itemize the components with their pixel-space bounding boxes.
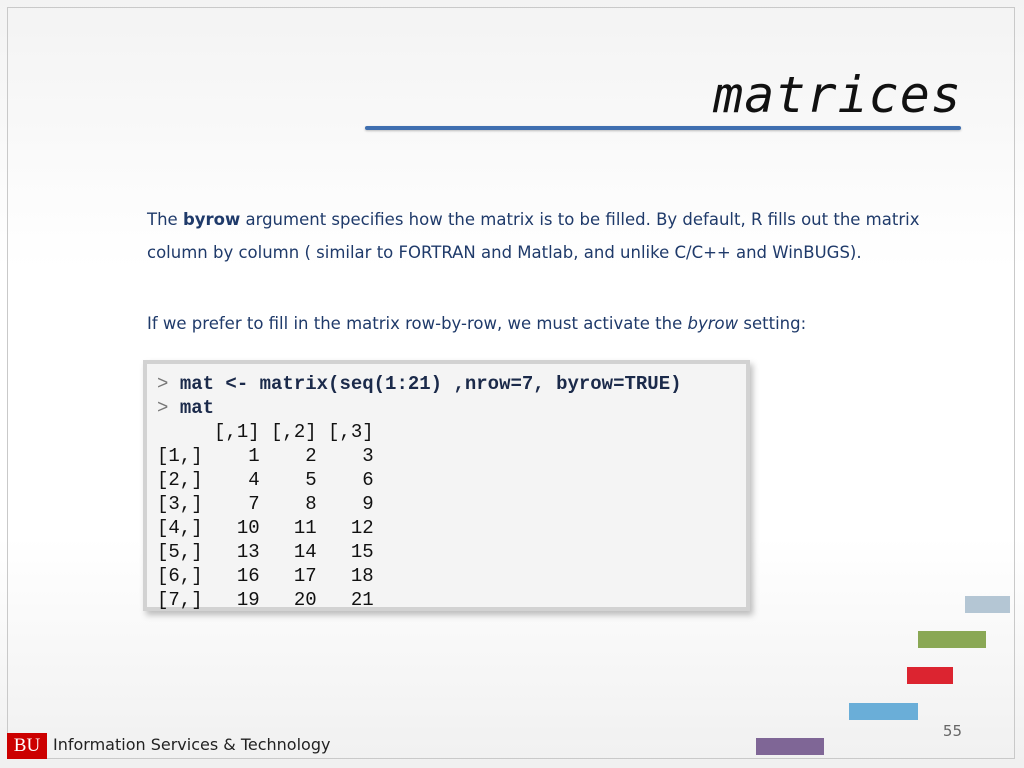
organization-name: Information Services & Technology <box>53 735 331 754</box>
paragraph1-text-after: argument specifies how the matrix is to … <box>147 210 920 262</box>
code-line-command2: > mat <box>157 396 746 420</box>
prompt-symbol: > <box>157 373 169 395</box>
output-row: [7,] 19 20 21 <box>157 589 374 611</box>
command-text: mat <- matrix(seq(1:21) ,nrow=7, byrow=T… <box>179 373 682 395</box>
page-number: 55 <box>942 722 962 740</box>
prompt-symbol: > <box>157 397 169 419</box>
paragraph1-text-before: The <box>147 210 183 229</box>
output-row: [5,] 13 14 15 <box>157 541 374 563</box>
output-row: [4,] 10 11 12 <box>157 517 374 539</box>
code-block: > mat <- matrix(seq(1:21) ,nrow=7, byrow… <box>143 360 750 611</box>
paragraph2-keyword: byrow <box>687 314 739 333</box>
code-line-command1: > mat <- matrix(seq(1:21) ,nrow=7, byrow… <box>157 372 746 396</box>
paragraph-byrow-activate: If we prefer to fill in the matrix row-b… <box>147 310 967 338</box>
output-row: [6,] 16 17 18 <box>157 565 374 587</box>
decor-bar-red <box>907 667 953 684</box>
decor-bar-green <box>918 631 986 648</box>
output-row: [2,] 4 5 6 <box>157 469 374 491</box>
paragraph2-text-before: If we prefer to fill in the matrix row-b… <box>147 314 688 333</box>
output-row: [1,] 1 2 3 <box>157 445 374 467</box>
bu-logo: BU <box>7 733 47 759</box>
paragraph2-text-after: setting: <box>738 314 807 333</box>
command-text: mat <box>179 397 215 419</box>
output-header: [,1] [,2] [,3] <box>157 421 374 443</box>
title-underline <box>365 126 961 130</box>
decor-bar-blue <box>849 703 918 720</box>
decor-bar-gray <box>965 596 1010 613</box>
slide-title: matrices <box>713 66 962 124</box>
output-row: [3,] 7 8 9 <box>157 493 374 515</box>
paragraph-byrow-description: The byrow argument specifies how the mat… <box>147 203 967 269</box>
paragraph1-keyword: byrow <box>182 210 241 229</box>
decor-bar-purple <box>756 738 824 755</box>
